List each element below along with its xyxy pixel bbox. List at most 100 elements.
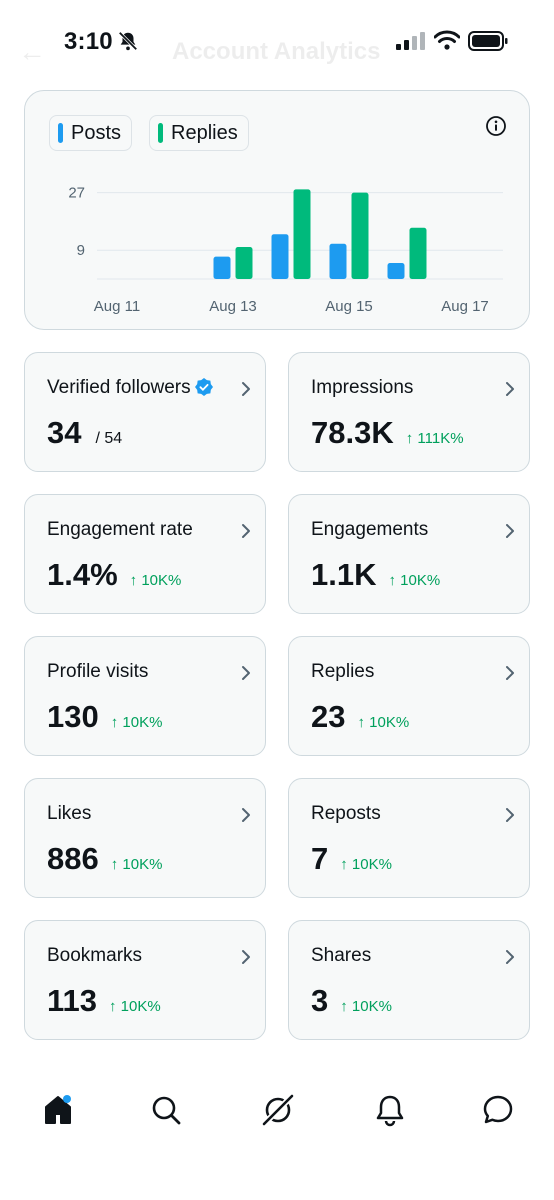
grok-icon[interactable] bbox=[258, 1090, 298, 1130]
chevron-right-icon bbox=[506, 808, 514, 822]
metric-value-row: 1.4% ↑ 10K% bbox=[47, 557, 181, 593]
metric-value-row: 23 ↑ 10K% bbox=[311, 699, 409, 735]
metric-label-text: Profile visits bbox=[47, 661, 149, 682]
chevron-right-icon bbox=[242, 950, 250, 964]
x-tick-label: Aug 11 bbox=[94, 298, 140, 315]
chevron-right-icon bbox=[242, 808, 250, 822]
metric-label: Bookmarks bbox=[47, 945, 142, 967]
metric-value: 130 bbox=[47, 699, 99, 734]
legend-replies[interactable]: Replies bbox=[149, 115, 249, 151]
metric-label: Verified followers bbox=[47, 377, 213, 399]
metric-label-text: Likes bbox=[47, 803, 92, 824]
metric-label-text: Engagement rate bbox=[47, 519, 193, 540]
metric-label: Impressions bbox=[311, 377, 413, 399]
metric-card[interactable]: Bookmarks 113 ↑ 10K% bbox=[24, 920, 266, 1040]
page-title: Account Analytics bbox=[172, 38, 381, 65]
metric-value-row: 130 ↑ 10K% bbox=[47, 699, 162, 735]
metric-value: 7 bbox=[311, 841, 329, 876]
metric-change: ↑ 10K% bbox=[340, 998, 392, 1015]
metric-card[interactable]: Impressions 78.3K ↑ 111K% bbox=[288, 352, 530, 472]
metric-value-row: 113 ↑ 10K% bbox=[47, 983, 161, 1019]
metric-card[interactable]: Engagements 1.1K ↑ 10K% bbox=[288, 494, 530, 614]
replies-bar[interactable] bbox=[351, 192, 369, 279]
replies-swatch bbox=[158, 123, 163, 143]
metric-label-text: Engagements bbox=[311, 519, 429, 540]
x-tick-label: Aug 15 bbox=[325, 298, 373, 315]
metric-card[interactable]: Reposts 7 ↑ 10K% bbox=[288, 778, 530, 898]
metric-value: 34 bbox=[47, 415, 82, 450]
metric-card[interactable]: Shares 3 ↑ 10K% bbox=[288, 920, 530, 1040]
metric-label-text: Shares bbox=[311, 945, 372, 966]
wifi-icon bbox=[434, 30, 460, 50]
info-icon[interactable] bbox=[485, 115, 507, 137]
x-tick-label: Aug 17 bbox=[441, 298, 489, 315]
legend-posts[interactable]: Posts bbox=[49, 115, 133, 151]
signal-icon bbox=[396, 32, 425, 50]
replies-bar[interactable] bbox=[293, 189, 311, 279]
metric-label: Replies bbox=[311, 661, 374, 683]
metric-change: ↑ 10K% bbox=[109, 998, 161, 1015]
status-bar: ← Account Analytics 3:10 bbox=[0, 0, 554, 86]
verified-badge-icon bbox=[194, 378, 213, 396]
posts-bar[interactable] bbox=[213, 256, 231, 279]
metric-label: Reposts bbox=[311, 803, 381, 825]
home-notification-dot bbox=[63, 1095, 71, 1103]
replies-bar[interactable] bbox=[235, 247, 253, 279]
metric-value: 78.3K bbox=[311, 415, 394, 450]
posts-bar[interactable] bbox=[387, 263, 405, 279]
y-tick-label: 9 bbox=[77, 242, 85, 259]
x-tick-label: Aug 13 bbox=[209, 298, 257, 315]
posts-bar[interactable] bbox=[271, 234, 289, 279]
posts-bar[interactable] bbox=[329, 243, 347, 279]
metric-value-row: 34 / 54 bbox=[47, 415, 122, 451]
legend-replies-label: Replies bbox=[171, 121, 238, 144]
legend-posts-label: Posts bbox=[71, 121, 122, 144]
chevron-right-icon bbox=[242, 666, 250, 680]
metric-label-text: Verified followers bbox=[47, 377, 191, 398]
metric-label: Profile visits bbox=[47, 661, 148, 683]
metric-value-row: 78.3K ↑ 111K% bbox=[311, 415, 464, 451]
bell-off-icon bbox=[118, 31, 138, 51]
metric-value: 113 bbox=[47, 983, 98, 1018]
metric-label: Engagements bbox=[311, 519, 428, 541]
bottom-nav bbox=[0, 1090, 554, 1150]
metric-change: ↑ 10K% bbox=[110, 714, 163, 731]
chevron-right-icon bbox=[242, 524, 250, 538]
metric-change: ↑ 10K% bbox=[340, 856, 392, 873]
home-icon[interactable] bbox=[38, 1090, 78, 1130]
back-arrow-icon[interactable]: ← bbox=[18, 36, 46, 68]
y-tick-label: 27 bbox=[68, 185, 85, 202]
metric-label-text: Reposts bbox=[311, 803, 381, 824]
metric-card[interactable]: Replies 23 ↑ 10K% bbox=[288, 636, 530, 756]
metric-value: 23 bbox=[311, 699, 346, 734]
metric-label-text: Replies bbox=[311, 661, 375, 682]
chevron-right-icon bbox=[506, 950, 514, 964]
metric-change: ↑ 10K% bbox=[388, 572, 441, 589]
metric-change: ↑ 111K% bbox=[405, 430, 464, 447]
messages-icon[interactable] bbox=[478, 1090, 518, 1130]
metric-value: 1.4% bbox=[47, 557, 118, 592]
metric-value: 886 bbox=[47, 841, 99, 876]
metric-value-row: 7 ↑ 10K% bbox=[311, 841, 392, 877]
metric-card[interactable]: Likes 886 ↑ 10K% bbox=[24, 778, 266, 898]
metric-label: Likes bbox=[47, 803, 91, 825]
metric-value: 3 bbox=[311, 983, 329, 1018]
chevron-right-icon bbox=[242, 382, 250, 396]
metric-card[interactable]: Verified followers 34 / 54 bbox=[24, 352, 266, 472]
metric-change: ↑ 10K% bbox=[357, 714, 410, 731]
battery-icon bbox=[468, 31, 508, 51]
replies-bar[interactable] bbox=[409, 227, 427, 279]
search-icon[interactable] bbox=[146, 1090, 186, 1130]
metric-total: / 54 bbox=[95, 430, 123, 447]
metric-change: ↑ 10K% bbox=[129, 572, 182, 589]
chevron-right-icon bbox=[506, 524, 514, 538]
metric-label-text: Impressions bbox=[311, 377, 414, 398]
chevron-right-icon bbox=[506, 382, 514, 396]
metric-value: 1.1K bbox=[311, 557, 377, 592]
metric-value-row: 3 ↑ 10K% bbox=[311, 983, 392, 1019]
metric-label: Engagement rate bbox=[47, 519, 193, 541]
metric-card[interactable]: Engagement rate 1.4% ↑ 10K% bbox=[24, 494, 266, 614]
posts-swatch bbox=[58, 123, 63, 143]
notifications-icon[interactable] bbox=[370, 1090, 410, 1130]
metric-card[interactable]: Profile visits 130 ↑ 10K% bbox=[24, 636, 266, 756]
